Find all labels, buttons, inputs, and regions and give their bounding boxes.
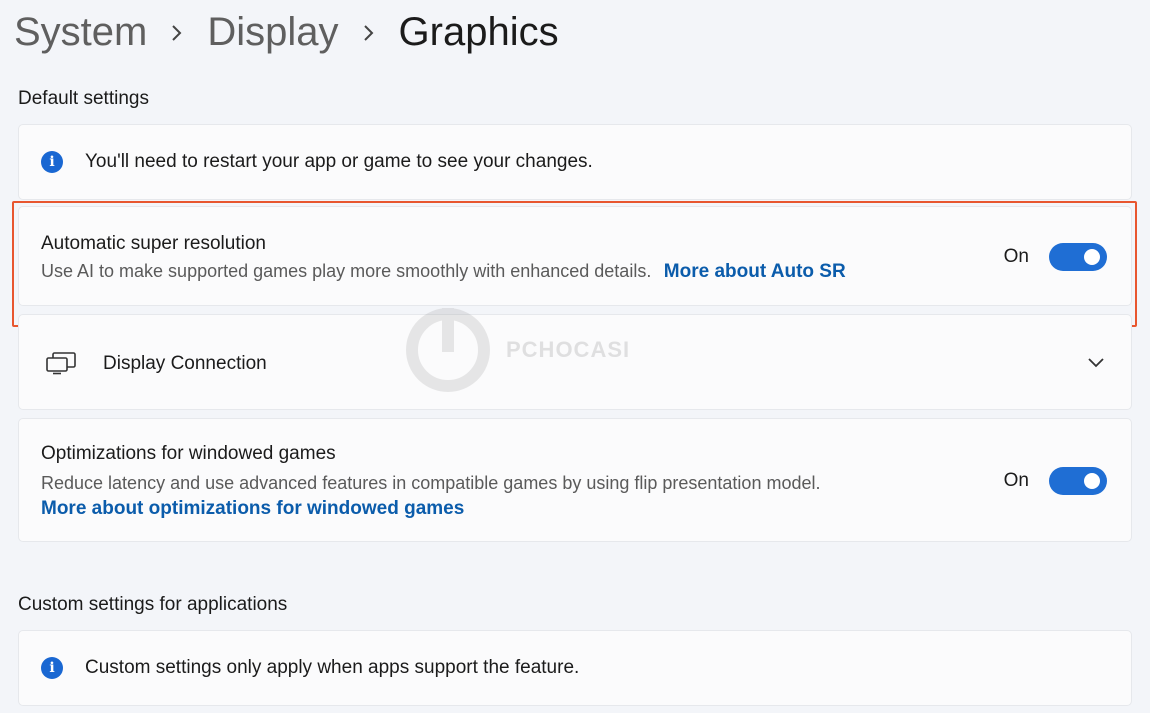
custom-notice-text: Custom settings only apply when apps sup… bbox=[85, 657, 580, 678]
windowed-games-title: Optimizations for windowed games bbox=[41, 443, 336, 464]
page-title: Graphics bbox=[398, 10, 559, 54]
breadcrumb-display[interactable]: Display bbox=[207, 6, 338, 58]
breadcrumb: System Display Graphics bbox=[14, 6, 559, 58]
toggle-knob bbox=[1084, 473, 1100, 489]
chevron-down-icon[interactable] bbox=[1087, 355, 1105, 373]
info-icon: i bbox=[41, 151, 63, 173]
custom-notice-card: i Custom settings only apply when apps s… bbox=[18, 630, 1132, 706]
display-connection-title: Display Connection bbox=[103, 353, 267, 374]
watermark-logo: PCHOCASI bbox=[398, 308, 630, 392]
windowed-games-description: Reduce latency and use advanced features… bbox=[41, 473, 821, 493]
breadcrumb-system[interactable]: System bbox=[14, 6, 147, 58]
windowed-games-state-label: On bbox=[1003, 470, 1029, 491]
restart-notice-text: You'll need to restart your app or game … bbox=[85, 151, 593, 172]
chevron-right-icon bbox=[339, 6, 399, 58]
windowed-games-toggle[interactable] bbox=[1049, 467, 1107, 495]
windowed-games-card: Optimizations for windowed games Reduce … bbox=[18, 418, 1132, 542]
windowed-games-more-link[interactable]: More about optimizations for windowed ga… bbox=[41, 498, 820, 520]
info-icon: i bbox=[41, 657, 63, 679]
chevron-right-icon bbox=[147, 6, 207, 58]
section-heading-custom: Custom settings for applications bbox=[18, 594, 288, 615]
watermark-text: PCHOCASI bbox=[506, 337, 631, 362]
section-heading-default: Default settings bbox=[18, 88, 149, 109]
multi-monitor-icon bbox=[45, 351, 77, 380]
restart-notice-card: i You'll need to restart your app or gam… bbox=[18, 124, 1132, 200]
